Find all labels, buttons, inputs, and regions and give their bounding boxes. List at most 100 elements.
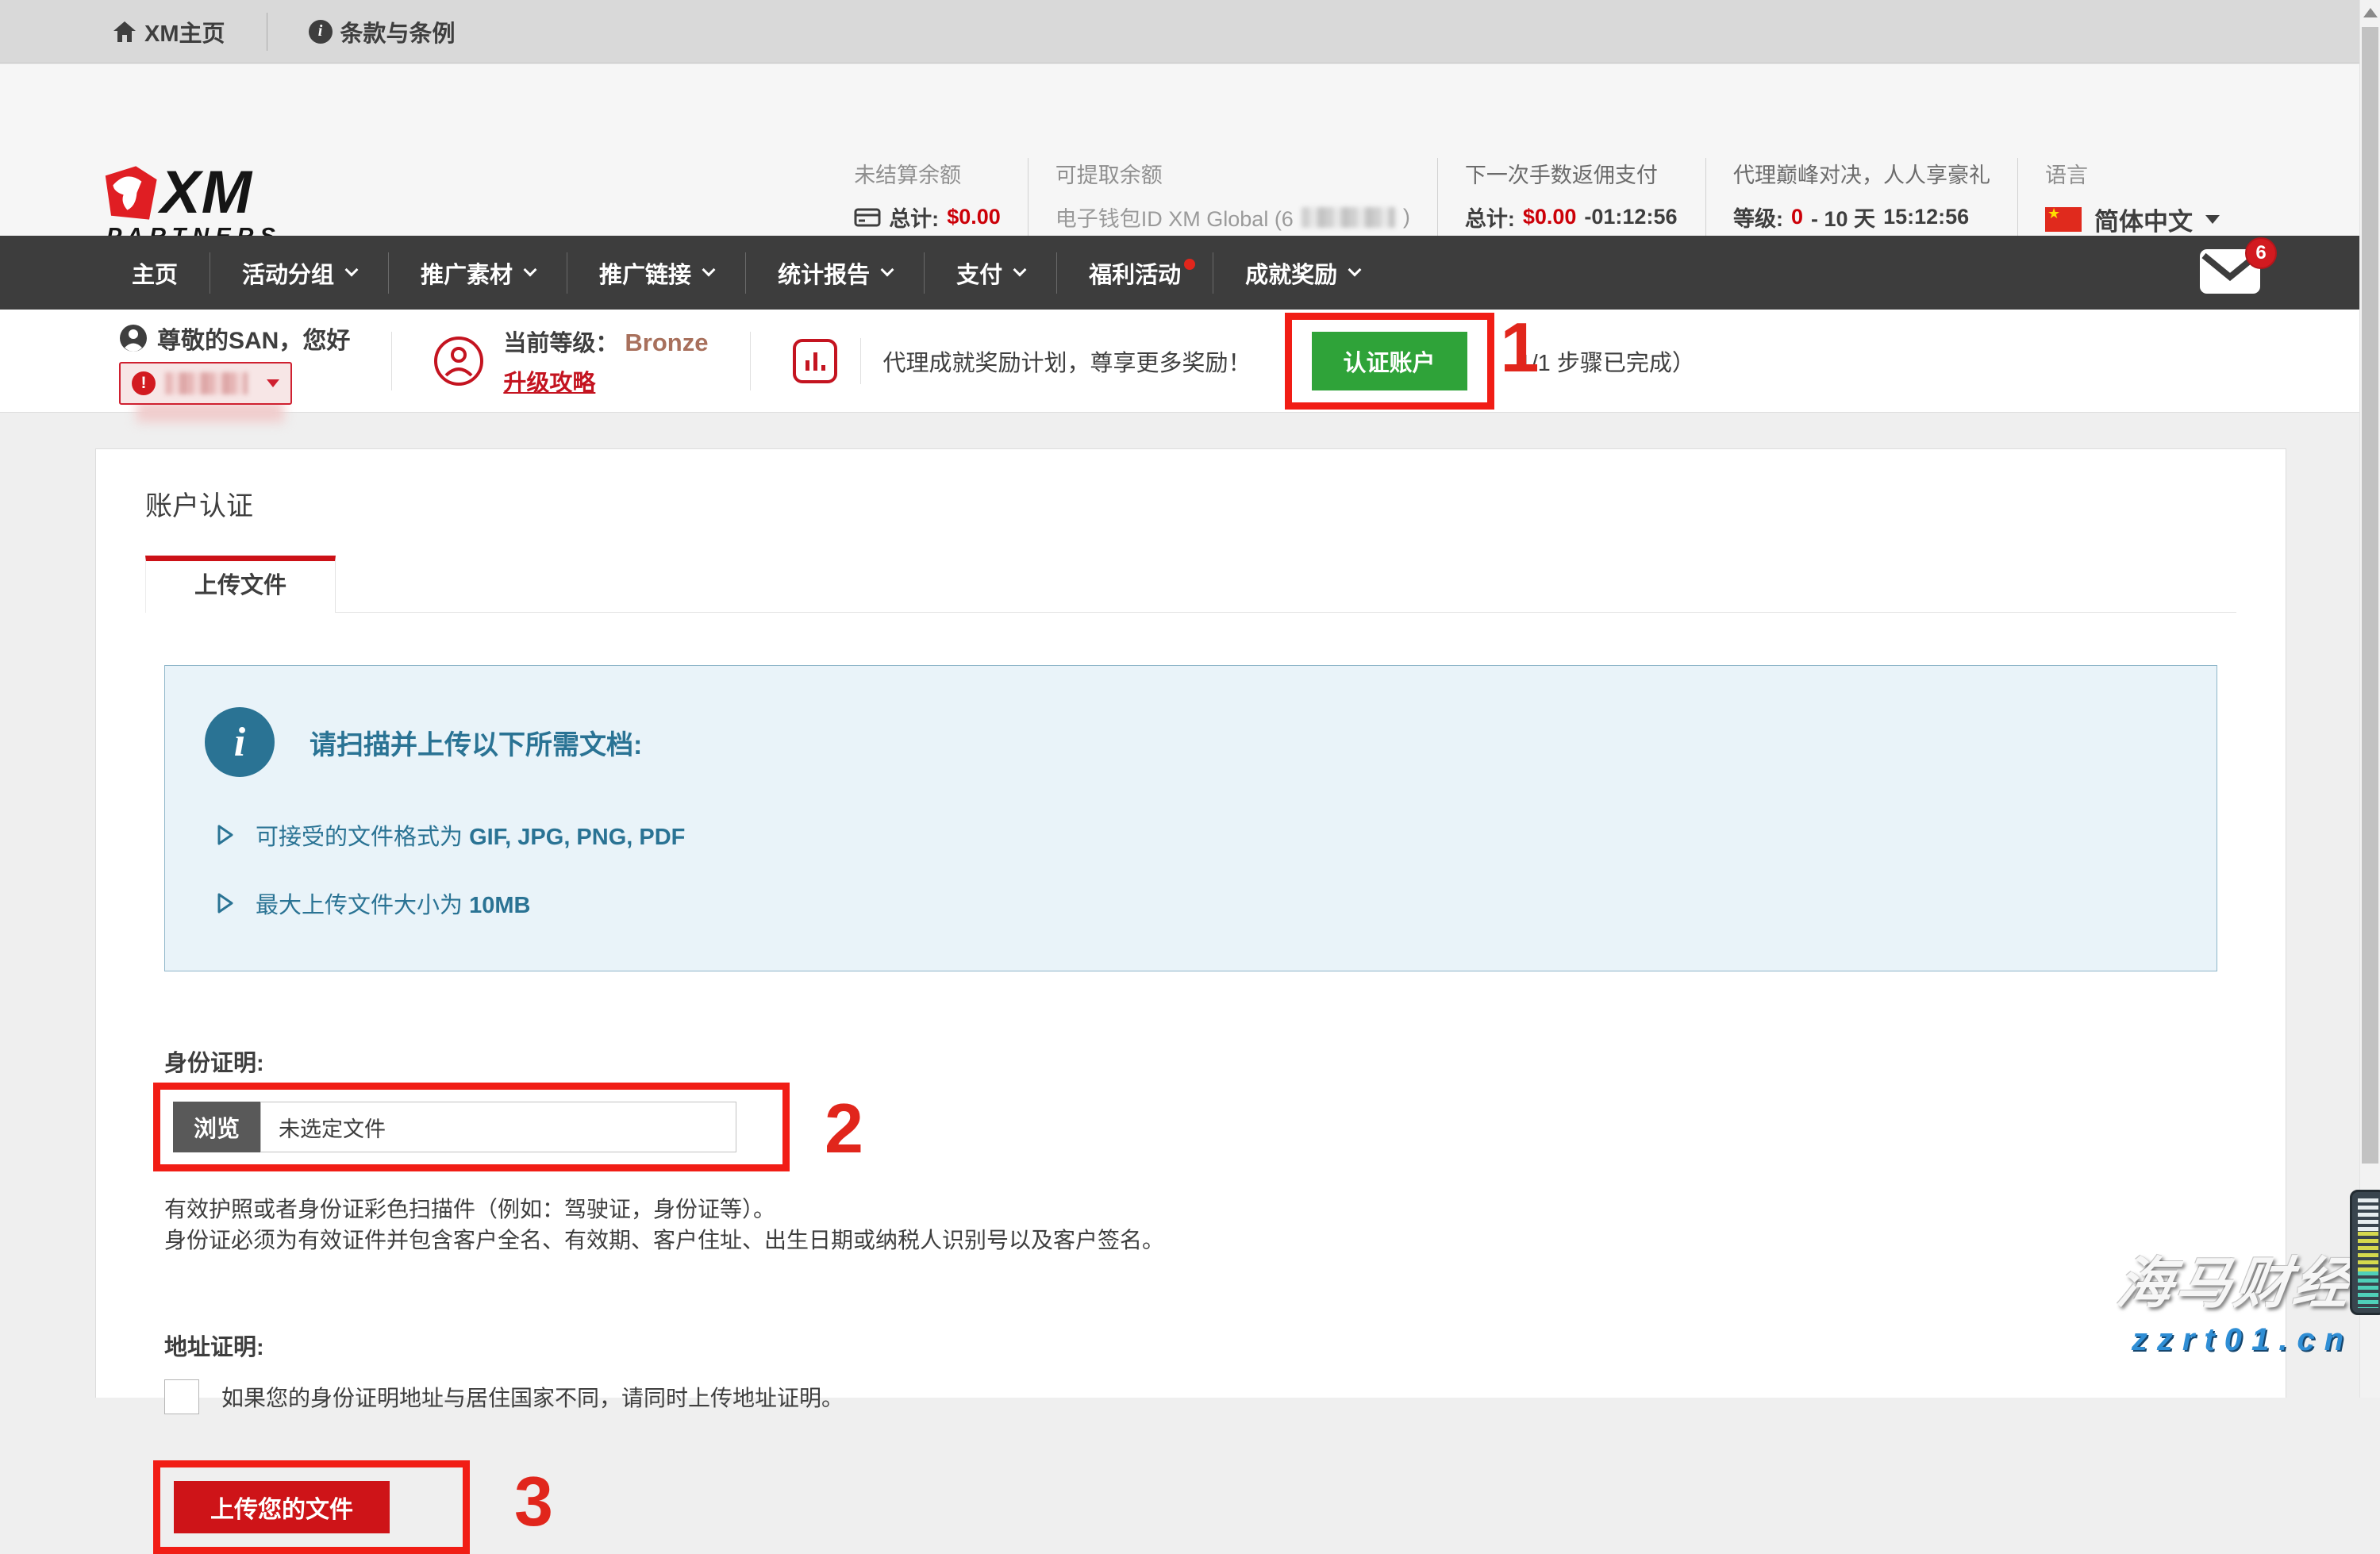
annotation-number-1: 1 [1501,313,1540,383]
nav-item-promo-materials[interactable]: 推广素材 [388,252,567,294]
program-text: 代理成就奖励计划，尊享更多奖励！ [883,344,1252,378]
card-icon [854,206,881,229]
annotation-box-1: 认证账户 [1285,313,1494,410]
next-payment-countdown: -01:12:56 [1584,205,1677,229]
address-proof-label: 地址证明: [164,1329,2217,1362]
account-dropdown[interactable]: ! [119,362,292,405]
language-caret-icon [2205,215,2220,224]
annotation-number-2: 2 [825,1094,863,1164]
cn-flag-icon: ★ [2045,207,2082,232]
wallet-id-redacted [1302,207,1395,228]
info-bullet-formats: 可接受的文件格式为 GIF, JPG, PNG, PDF [216,818,2177,852]
next-payment-total-value: $0.00 [1523,205,1577,229]
chevron-down-icon [881,263,894,276]
page-title: 账户认证 [145,484,2236,523]
terms-link[interactable]: i 条款与条例 [309,15,456,48]
nav-item-benefits[interactable]: 福利活动 [1056,252,1213,294]
annotation-box-2: 浏览 未选定文件 [153,1083,790,1171]
promo-level-value: 0 [1791,205,1803,229]
chevron-down-icon [702,263,716,276]
next-payment-label: 下一次手数返佣支付 [1465,158,1678,189]
wallet-id-prefix: 电子钱包ID XM Global (6 [1055,202,1294,233]
wallet-id-suffix: ) [1403,205,1410,229]
messages-button[interactable]: 6 [2199,248,2261,294]
identity-help-text: 有效护照或者身份证彩色扫描件（例如：驾驶证，身份证等）。 身份证必须为有效证件并… [164,1194,2217,1256]
scrollbar-thumb[interactable] [2362,27,2378,1164]
info-circle-icon: i [205,707,275,777]
alert-icon: ! [132,371,156,395]
chevron-down-icon [1013,263,1027,276]
user-icon [119,324,148,352]
home-icon [113,20,136,44]
nav-item-home[interactable]: 主页 [100,252,210,294]
watermark-logo-icon [2350,1190,2380,1315]
withdrawable-label: 可提取余额 [1055,158,1410,189]
terms-link-label: 条款与条例 [340,15,456,48]
level-block: 当前等级： Bronze 升级攻略 [503,325,708,398]
identity-help-line1: 有效护照或者身份证彩色扫描件（例如：驾驶证，身份证等）。 [164,1194,2217,1225]
verify-account-button[interactable]: 认证账户 [1312,332,1467,390]
info-bullet-size: 最大上传文件大小为 10MB [216,887,2177,920]
bull-emblem-icon [102,164,159,221]
annotation-box-3: 上传您的文件 [153,1460,470,1554]
nav-item-activity-groups[interactable]: 活动分组 [210,252,388,294]
greeting-bar: 尊敬的SAN，您好 ! 当前等级： Bronze 升级攻略 代理成就奖励计划，尊… [0,310,2380,413]
nav-item-promo-links[interactable]: 推广链接 [567,252,745,294]
level-user-icon [433,336,484,387]
pending-total-label: 总计: [889,202,939,233]
address-proof-checkbox[interactable] [164,1379,199,1414]
top-utility-bar: XM主页 i 条款与条例 [0,0,2380,63]
steps-completed-text: 1/1 步骤已完成） [1518,344,1694,378]
promo-level-time: 15:12:56 [1883,205,1969,229]
level-label: 当前等级： [503,331,618,356]
scrollbar-up-arrow[interactable] [2363,8,2378,17]
chevron-down-icon [524,263,537,276]
promo-label: 代理巅峰对决，人人享豪礼 [1733,158,1990,189]
next-payment-total-label: 总计: [1465,202,1515,233]
bullet-triangle-icon [216,824,235,846]
nav-item-statistics[interactable]: 统计报告 [745,252,924,294]
mail-badge: 6 [2245,237,2277,269]
bullet-triangle-icon [216,892,235,914]
home-link-label: XM主页 [144,15,225,48]
identity-help-line2: 身份证必须为有效证件并包含客户全名、有效期、客户住址、出生日期或纳税人识别号以及… [164,1225,2217,1256]
notification-dot [1184,259,1195,270]
divider [750,332,751,390]
identity-file-input: 浏览 未选定文件 [173,1102,736,1152]
browse-button[interactable]: 浏览 [173,1102,260,1152]
pending-total-value: $0.00 [947,205,1001,229]
language-selector[interactable]: ★ 简体中文 [2045,202,2220,237]
welcome-text: 尊敬的SAN，您好 [157,321,350,356]
upload-info-box: i 请扫描并上传以下所需文档: 可接受的文件格式为 GIF, JPG, PNG,… [164,665,2217,971]
nav-item-achievements[interactable]: 成就奖励 [1213,252,1391,294]
page-scrollbar [2359,0,2380,1398]
account-number-redacted [165,372,248,394]
pending-balance-label: 未结算余额 [854,158,1001,189]
chevron-down-icon [345,263,359,276]
divider [860,338,861,384]
annotation-number-3: 3 [514,1467,553,1537]
promo-level-mid: - 10 天 [1811,202,1875,233]
nav-item-payments[interactable]: 支付 [924,252,1056,294]
tab-strip: 上传文件 [145,555,2236,613]
address-proof-checkbox-text: 如果您的身份证明地址与居住国家不同，请同时上传地址证明。 [221,1381,844,1413]
header: XM PARTNERS 未结算余额 总计: $0.00 可提取余额 电子钱包ID… [0,64,2380,236]
divider [391,332,392,390]
xm-home-link[interactable]: XM主页 [113,15,225,48]
logo-text: XM [160,158,252,227]
upgrade-guide-link[interactable]: 升级攻略 [503,364,708,398]
level-value: Bronze [625,329,708,356]
dropdown-caret-icon [267,379,279,387]
language-label: 语言 [2045,158,2220,189]
tab-upload-files[interactable]: 上传文件 [145,556,336,613]
account-verification-card: 账户认证 上传文件 i 请扫描并上传以下所需文档: 可接受的文件格式为 GIF,… [95,448,2286,1398]
upload-files-button[interactable]: 上传您的文件 [174,1481,390,1533]
chevron-down-icon [1348,263,1362,276]
user-block: 尊敬的SAN，您好 ! [119,310,350,405]
info-box-heading: 请扫描并上传以下所需文档: [310,723,642,762]
rewards-chart-icon [792,338,838,384]
file-chosen-value[interactable]: 未选定文件 [260,1102,736,1152]
promo-level-label: 等级: [1733,202,1783,233]
language-value: 简体中文 [2094,202,2193,237]
identity-proof-label: 身份证明: [164,1044,2217,1078]
